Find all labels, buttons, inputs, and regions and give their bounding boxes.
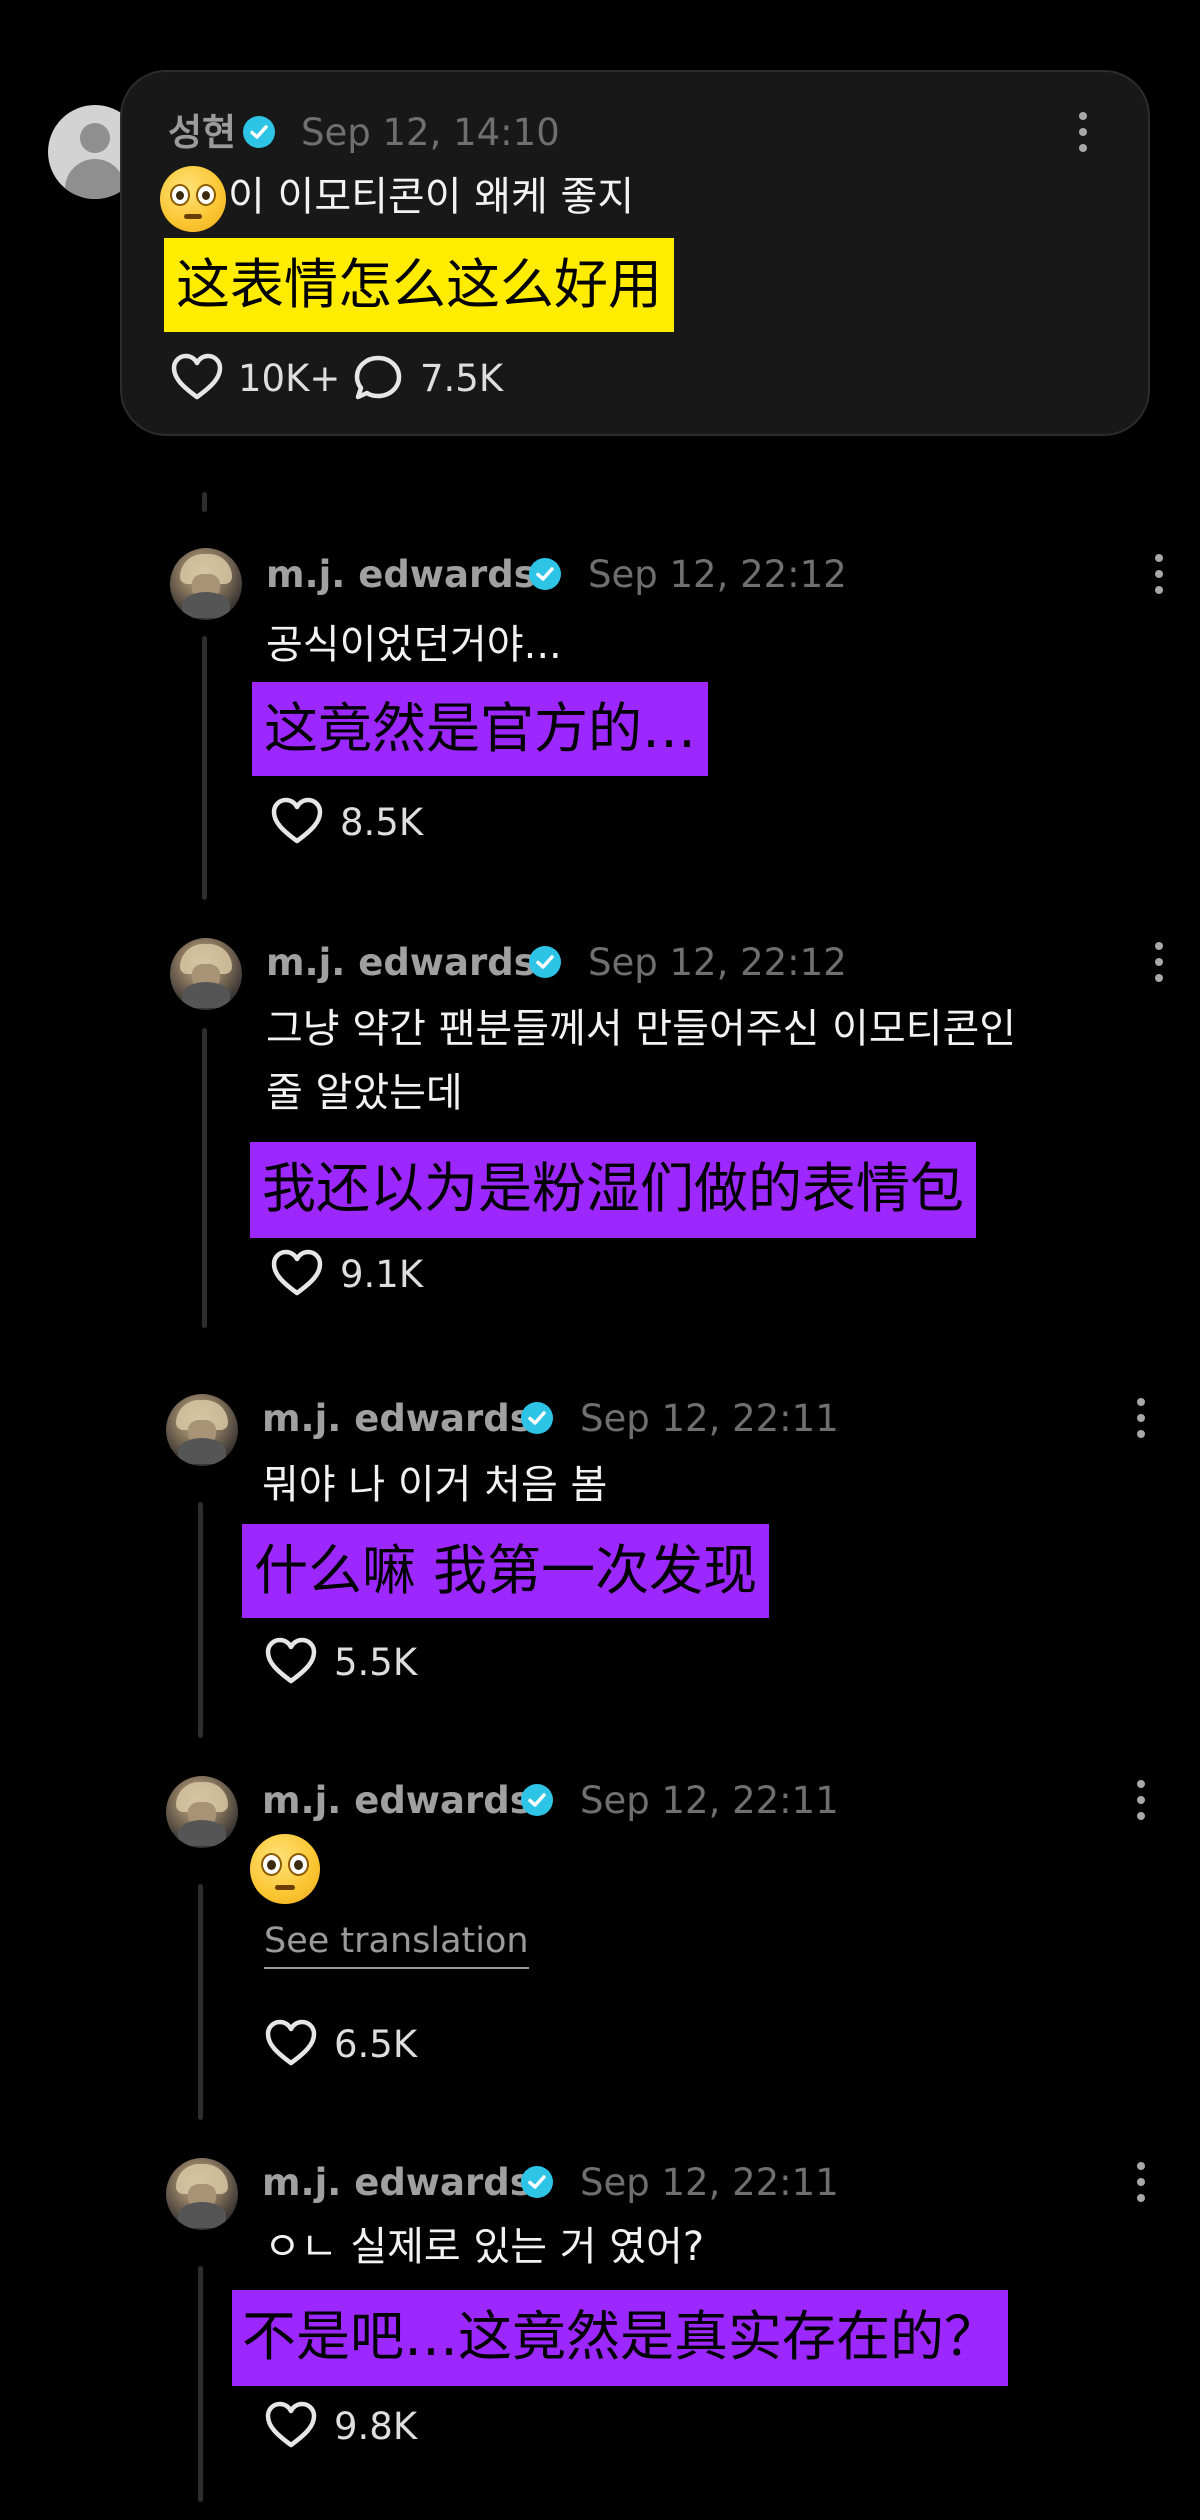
verified-badge-icon [521,1402,553,1434]
reply-text-line-1: 그냥 약간 팬분들께서 만들어주신 이모티콘인 [266,1006,1017,1052]
reply-text: ㅇㄴ 실제로 있는 거 였어? [264,2224,705,2270]
heart-icon[interactable] [270,1248,324,1298]
reply-translation-highlight: 不是吧…这竟然是真实存在的？ [232,2290,1008,2386]
like-count: 9.8K [334,2405,418,2448]
reply-username[interactable]: m.j. edwards [266,556,536,593]
heart-icon[interactable] [264,1636,318,1686]
reply-text: 뭐야 나 이거 처음 봄 [262,1462,608,1508]
reply-text-line-2: 줄 알았는데 [266,1070,463,1116]
reply-text: 공식이었던거야... [266,622,562,668]
verified-badge-icon [521,2166,553,2198]
avatar[interactable] [166,1394,238,1466]
flushed-face-emoji [250,1834,320,1904]
reply-username[interactable]: m.j. edwards [266,944,536,981]
like-count: 5.5K [334,1641,418,1684]
like-count: 6.5K [334,2023,418,2066]
heart-icon[interactable] [264,2018,318,2068]
reply-timestamp: Sep 12, 22:12 [588,941,847,984]
thread-line [198,1884,203,2120]
default-avatar-body [65,159,125,199]
more-options-icon[interactable] [1154,942,1164,984]
reply-timestamp: Sep 12, 22:11 [580,1397,839,1440]
avatar[interactable] [166,2158,238,2230]
heart-icon[interactable] [170,352,224,402]
reply-timestamp: Sep 12, 22:11 [580,2161,839,2204]
more-options-icon[interactable] [1136,1780,1146,1822]
thread-line [202,1028,207,1328]
verified-badge-icon [243,116,275,148]
verified-badge-icon [529,558,561,590]
default-avatar-head [80,123,110,153]
more-options-icon[interactable] [1136,1398,1146,1440]
avatar[interactable] [166,1776,238,1848]
post-username[interactable]: 성현 [168,114,236,151]
post-timestamp: Sep 12, 14:10 [301,111,560,154]
reply-timestamp: Sep 12, 22:11 [580,1779,839,1822]
heart-icon[interactable] [264,2400,318,2450]
like-count: 9.1K [340,1253,424,1296]
flushed-face-emoji [160,166,226,232]
reply-username[interactable]: m.j. edwards [262,2164,532,2201]
avatar[interactable] [170,938,242,1010]
post-text: 이 이모티콘이 왜케 좋지 [228,174,635,220]
reply-translation-highlight: 我还以为是粉湿们做的表情包 [250,1142,976,1238]
like-count: 8.5K [340,801,424,844]
reply-username[interactable]: m.j. edwards [262,1782,532,1819]
reply-translation-highlight: 这竟然是官方的… [252,682,708,776]
comment-icon[interactable] [352,353,404,403]
thread-connector [202,492,207,512]
thread-line [198,1502,203,1738]
verified-badge-icon [521,1784,553,1816]
reply-username[interactable]: m.j. edwards [262,1400,532,1437]
avatar[interactable] [170,548,242,620]
heart-icon[interactable] [270,796,324,846]
reply-translation-highlight: 什么嘛 我第一次发现 [242,1524,770,1618]
post-translation-highlight: 这表情怎么这么好用 [164,238,674,332]
thread-line [202,636,207,900]
more-options-icon[interactable] [1154,554,1164,596]
comment-count: 7.5K [420,357,504,400]
verified-badge-icon [529,946,561,978]
thread-line [198,2266,203,2502]
see-translation-link[interactable]: See translation [264,1924,529,1969]
like-count: 10K+ [238,357,341,400]
more-options-icon[interactable] [1078,112,1088,154]
reply-timestamp: Sep 12, 22:12 [588,553,847,596]
main-post-card[interactable]: 성현 Sep 12, 14:10 이 이모티콘이 왜케 좋지 这表情怎么这么好用… [120,70,1150,436]
more-options-icon[interactable] [1136,2162,1146,2204]
